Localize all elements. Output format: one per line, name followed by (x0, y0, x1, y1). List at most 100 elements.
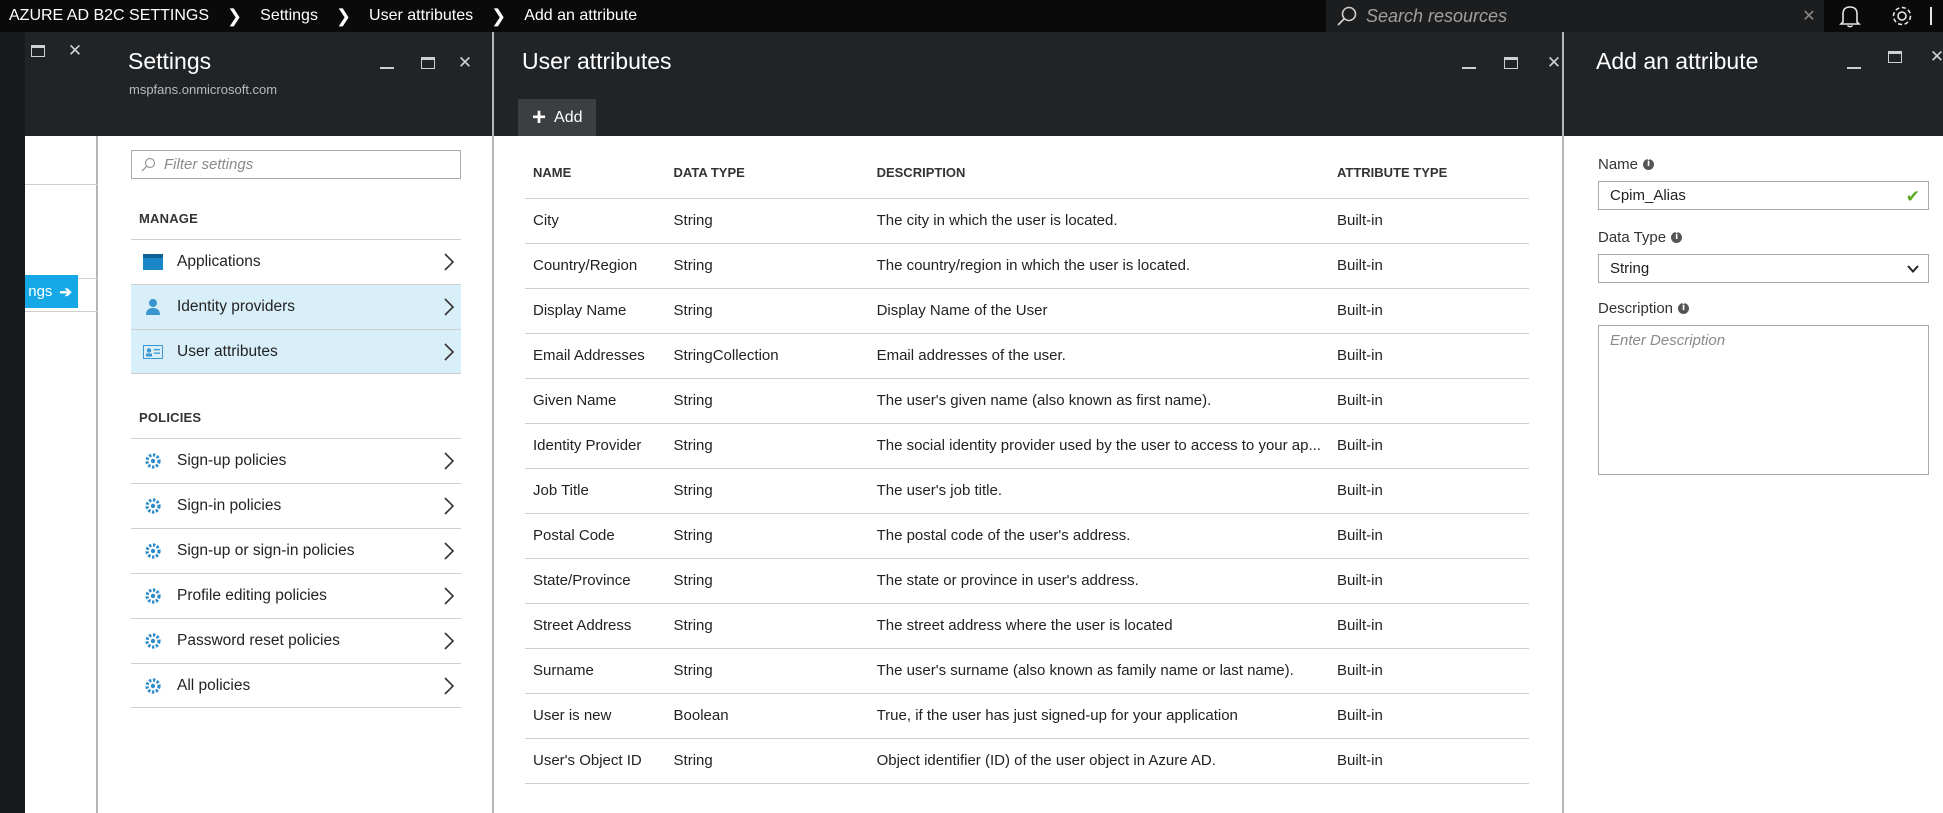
cell-description: The street address where the user is loc… (868, 603, 1329, 649)
close-icon[interactable]: ✕ (452, 50, 478, 76)
cell-data-type: String (665, 243, 869, 289)
info-icon[interactable]: i (1671, 232, 1683, 243)
cell-name: Identity Provider (525, 423, 666, 469)
nav-item-label: Password reset policies (177, 632, 340, 649)
cell-name: User is new (525, 693, 666, 739)
search-placeholder: Search resources (1366, 5, 1508, 26)
nav-item-password-reset-policies[interactable]: Password reset policies (131, 618, 461, 663)
user-attributes-icon (143, 342, 163, 362)
cell-data-type: String (665, 288, 869, 334)
nav-item-label: Sign-up policies (177, 452, 287, 469)
minimize-icon[interactable] (1456, 50, 1482, 76)
cell-attribute-type: Built-in (1328, 198, 1529, 244)
table-header-row: NAME DATA TYPE DESCRIPTION ATTRIBUTE TYP… (525, 148, 1529, 199)
gear-icon (143, 586, 163, 606)
notifications-bell-icon[interactable] (1826, 0, 1874, 32)
maximize-icon[interactable] (415, 50, 441, 76)
arrow-right-icon: ➔ (59, 283, 72, 301)
column-header-data-type[interactable]: DATA TYPE (665, 148, 869, 199)
settings-gear-icon[interactable] (1878, 0, 1926, 32)
info-icon[interactable]: i (1678, 303, 1690, 314)
table-row[interactable]: User is new Boolean True, if the user has … (525, 693, 1529, 739)
breadcrumb-item-azure-ad-b2c-settings[interactable]: AZURE AD B2C SETTINGS (9, 7, 209, 25)
table-row[interactable]: Email Addresses StringCollection Email add… (525, 333, 1529, 379)
identity-providers-icon (143, 297, 163, 317)
data-type-select[interactable]: String (1598, 254, 1929, 283)
nav-item-applications[interactable]: Applications (131, 239, 461, 284)
gear-icon (143, 541, 163, 561)
nav-item-all-policies[interactable]: All policies (131, 663, 461, 708)
cell-attribute-type: Built-in (1328, 738, 1529, 784)
column-header-description[interactable]: DESCRIPTION (868, 148, 1329, 199)
close-icon[interactable]: ✕ (62, 38, 88, 64)
nav-item-sign-up-or-sign-in-policies[interactable]: Sign-up or sign-in policies (131, 528, 461, 573)
breadcrumb-item-add-an-attribute[interactable]: Add an attribute (524, 7, 637, 25)
chevron-right-icon (444, 587, 455, 605)
name-input[interactable]: Cpim_Alias ✔ (1598, 181, 1929, 210)
top-bar: AZURE AD B2C SETTINGS ❯ Settings ❯ User … (0, 0, 1943, 32)
table-row[interactable]: State/Province String The state or provinc… (525, 558, 1529, 604)
filter-settings-input[interactable]: Filter settings (131, 150, 461, 179)
breadcrumb-item-settings[interactable]: Settings (260, 7, 318, 25)
table-row[interactable]: Postal Code String The postal code of the … (525, 513, 1529, 559)
cell-data-type: String (665, 513, 869, 559)
settings-blade-header: Settings mspfans.onmicrosoft.com ✕ (98, 32, 494, 136)
user-attributes-blade-title: User attributes (522, 48, 672, 74)
table-row[interactable]: Identity Provider String The social identi… (525, 423, 1529, 469)
table-row[interactable]: User's Object ID String Object identifier … (525, 738, 1529, 784)
cell-name: User's Object ID (525, 738, 666, 784)
cell-attribute-type: Built-in (1328, 558, 1529, 604)
nav-item-label: Applications (177, 253, 261, 270)
divider (25, 184, 98, 185)
maximize-icon[interactable] (1498, 50, 1524, 76)
add-attribute-button[interactable]: + Add (518, 99, 596, 136)
nav-item-label: User attributes (177, 342, 278, 360)
cell-name: Surname (525, 648, 666, 694)
minimize-icon[interactable] (1841, 50, 1867, 76)
user-attributes-blade: NAME DATA TYPE DESCRIPTION ATTRIBUTE TYP… (494, 136, 1564, 813)
table-row[interactable]: Street Address String The street address w… (525, 603, 1529, 649)
cell-description: The social identity provider used by the… (868, 423, 1329, 469)
table-row[interactable]: Display Name String Display Name of the Us… (525, 288, 1529, 334)
table-row[interactable]: Surname String The user's surname (also kn… (525, 648, 1529, 694)
applications-icon (143, 252, 163, 272)
cell-description: The city in which the user is located. (868, 198, 1329, 244)
clear-search-icon[interactable]: ✕ (1794, 6, 1824, 26)
add-attribute-blade-title: Add an attribute (1596, 48, 1759, 74)
nav-item-profile-editing-policies[interactable]: Profile editing policies (131, 573, 461, 618)
nav-item-user-attributes[interactable]: User attributes (131, 329, 461, 374)
maximize-icon[interactable] (1882, 44, 1908, 70)
table-row[interactable]: Country/Region String The country/region i… (525, 243, 1529, 289)
gear-icon (143, 631, 163, 651)
cell-description: The user's given name (also known as fir… (868, 378, 1329, 424)
breadcrumb-item-user-attributes[interactable]: User attributes (369, 7, 473, 25)
cell-attribute-type: Built-in (1328, 468, 1529, 514)
left-rail (0, 32, 25, 813)
table-row[interactable]: Given Name String The user's given name (a… (525, 378, 1529, 424)
nav-item-identity-providers[interactable]: Identity providers (131, 284, 461, 329)
table-row[interactable]: City String The city in which the user is … (525, 198, 1529, 244)
cell-attribute-type: Built-in (1328, 423, 1529, 469)
cell-data-type: String (665, 738, 869, 784)
column-header-attribute-type[interactable]: ATTRIBUTE TYPE (1328, 148, 1529, 199)
manage-list: Applications Identity providers User att… (131, 239, 461, 374)
chevron-right-icon: ❯ (491, 5, 507, 26)
description-placeholder: Enter Description (1610, 332, 1726, 349)
description-textarea[interactable]: Enter Description (1598, 325, 1929, 475)
minimize-icon[interactable] (374, 50, 400, 76)
column-header-name[interactable]: NAME (525, 148, 666, 199)
nav-item-sign-up-policies[interactable]: Sign-up policies (131, 438, 461, 483)
close-icon[interactable]: ✕ (1924, 44, 1943, 70)
cell-data-type: Boolean (665, 693, 869, 739)
settings-link-label: ngs (28, 283, 53, 300)
account-icon-partial[interactable] (1930, 0, 1943, 32)
search-resources-input[interactable]: Search resources ✕ (1326, 0, 1824, 32)
maximize-icon[interactable] (25, 38, 51, 64)
cell-data-type: String (665, 468, 869, 514)
settings-link-button[interactable]: ngs ➔ (25, 275, 78, 308)
table-row[interactable]: Job Title String The user's job title. Buil… (525, 468, 1529, 514)
info-icon[interactable]: i (1643, 159, 1655, 170)
chevron-right-icon: ❯ (335, 5, 352, 26)
manage-section-label: MANAGE (139, 211, 198, 226)
nav-item-sign-in-policies[interactable]: Sign-in policies (131, 483, 461, 528)
